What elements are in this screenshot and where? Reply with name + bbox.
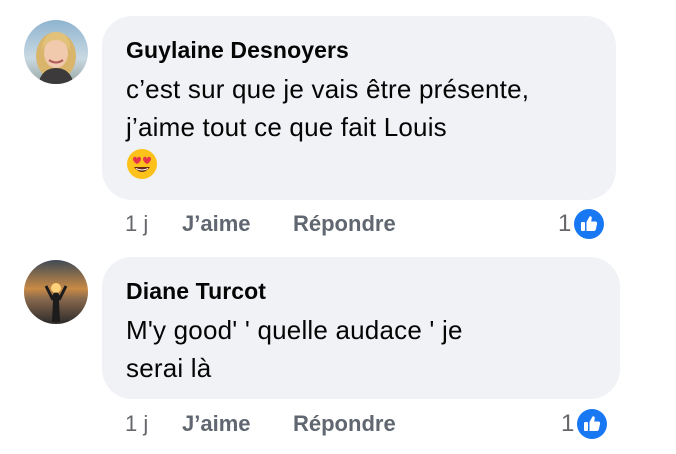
avatar[interactable] [24, 20, 88, 84]
heart-eyes-emoji [126, 148, 158, 185]
reaction-count: 1 [558, 210, 572, 237]
like-button[interactable]: J’aime [182, 410, 251, 438]
thumbs-up-icon [575, 407, 610, 441]
comment-bubble: Guylaine Desnoyers c’est sur que je vais… [102, 16, 616, 200]
comment-author[interactable]: Guylaine Desnoyers [126, 36, 592, 64]
avatar[interactable] [24, 260, 88, 324]
reaction-summary[interactable]: 1 [558, 206, 607, 242]
comment-text-line: j’aime tout ce que fait Louis [126, 112, 447, 142]
comment-author[interactable]: Diane Turcot [126, 277, 596, 305]
comment-timestamp[interactable]: 1 j [125, 210, 148, 238]
thumbs-up-icon [572, 207, 607, 241]
reaction-count: 1 [561, 410, 575, 437]
comment-timestamp[interactable]: 1 j [125, 410, 148, 438]
like-button[interactable]: J’aime [182, 210, 251, 238]
reply-button[interactable]: Répondre [293, 210, 396, 238]
comment-text-line: M'y good' ' quelle audace ' je [126, 315, 463, 345]
reply-button[interactable]: Répondre [293, 410, 396, 438]
comment-text-line: c’est sur que je vais être présente, [126, 74, 530, 104]
reaction-summary[interactable]: 1 [561, 406, 610, 442]
comment-bubble: Diane Turcot M'y good' ' quelle audace '… [102, 257, 620, 399]
comment-text-line: serai là [126, 353, 212, 383]
